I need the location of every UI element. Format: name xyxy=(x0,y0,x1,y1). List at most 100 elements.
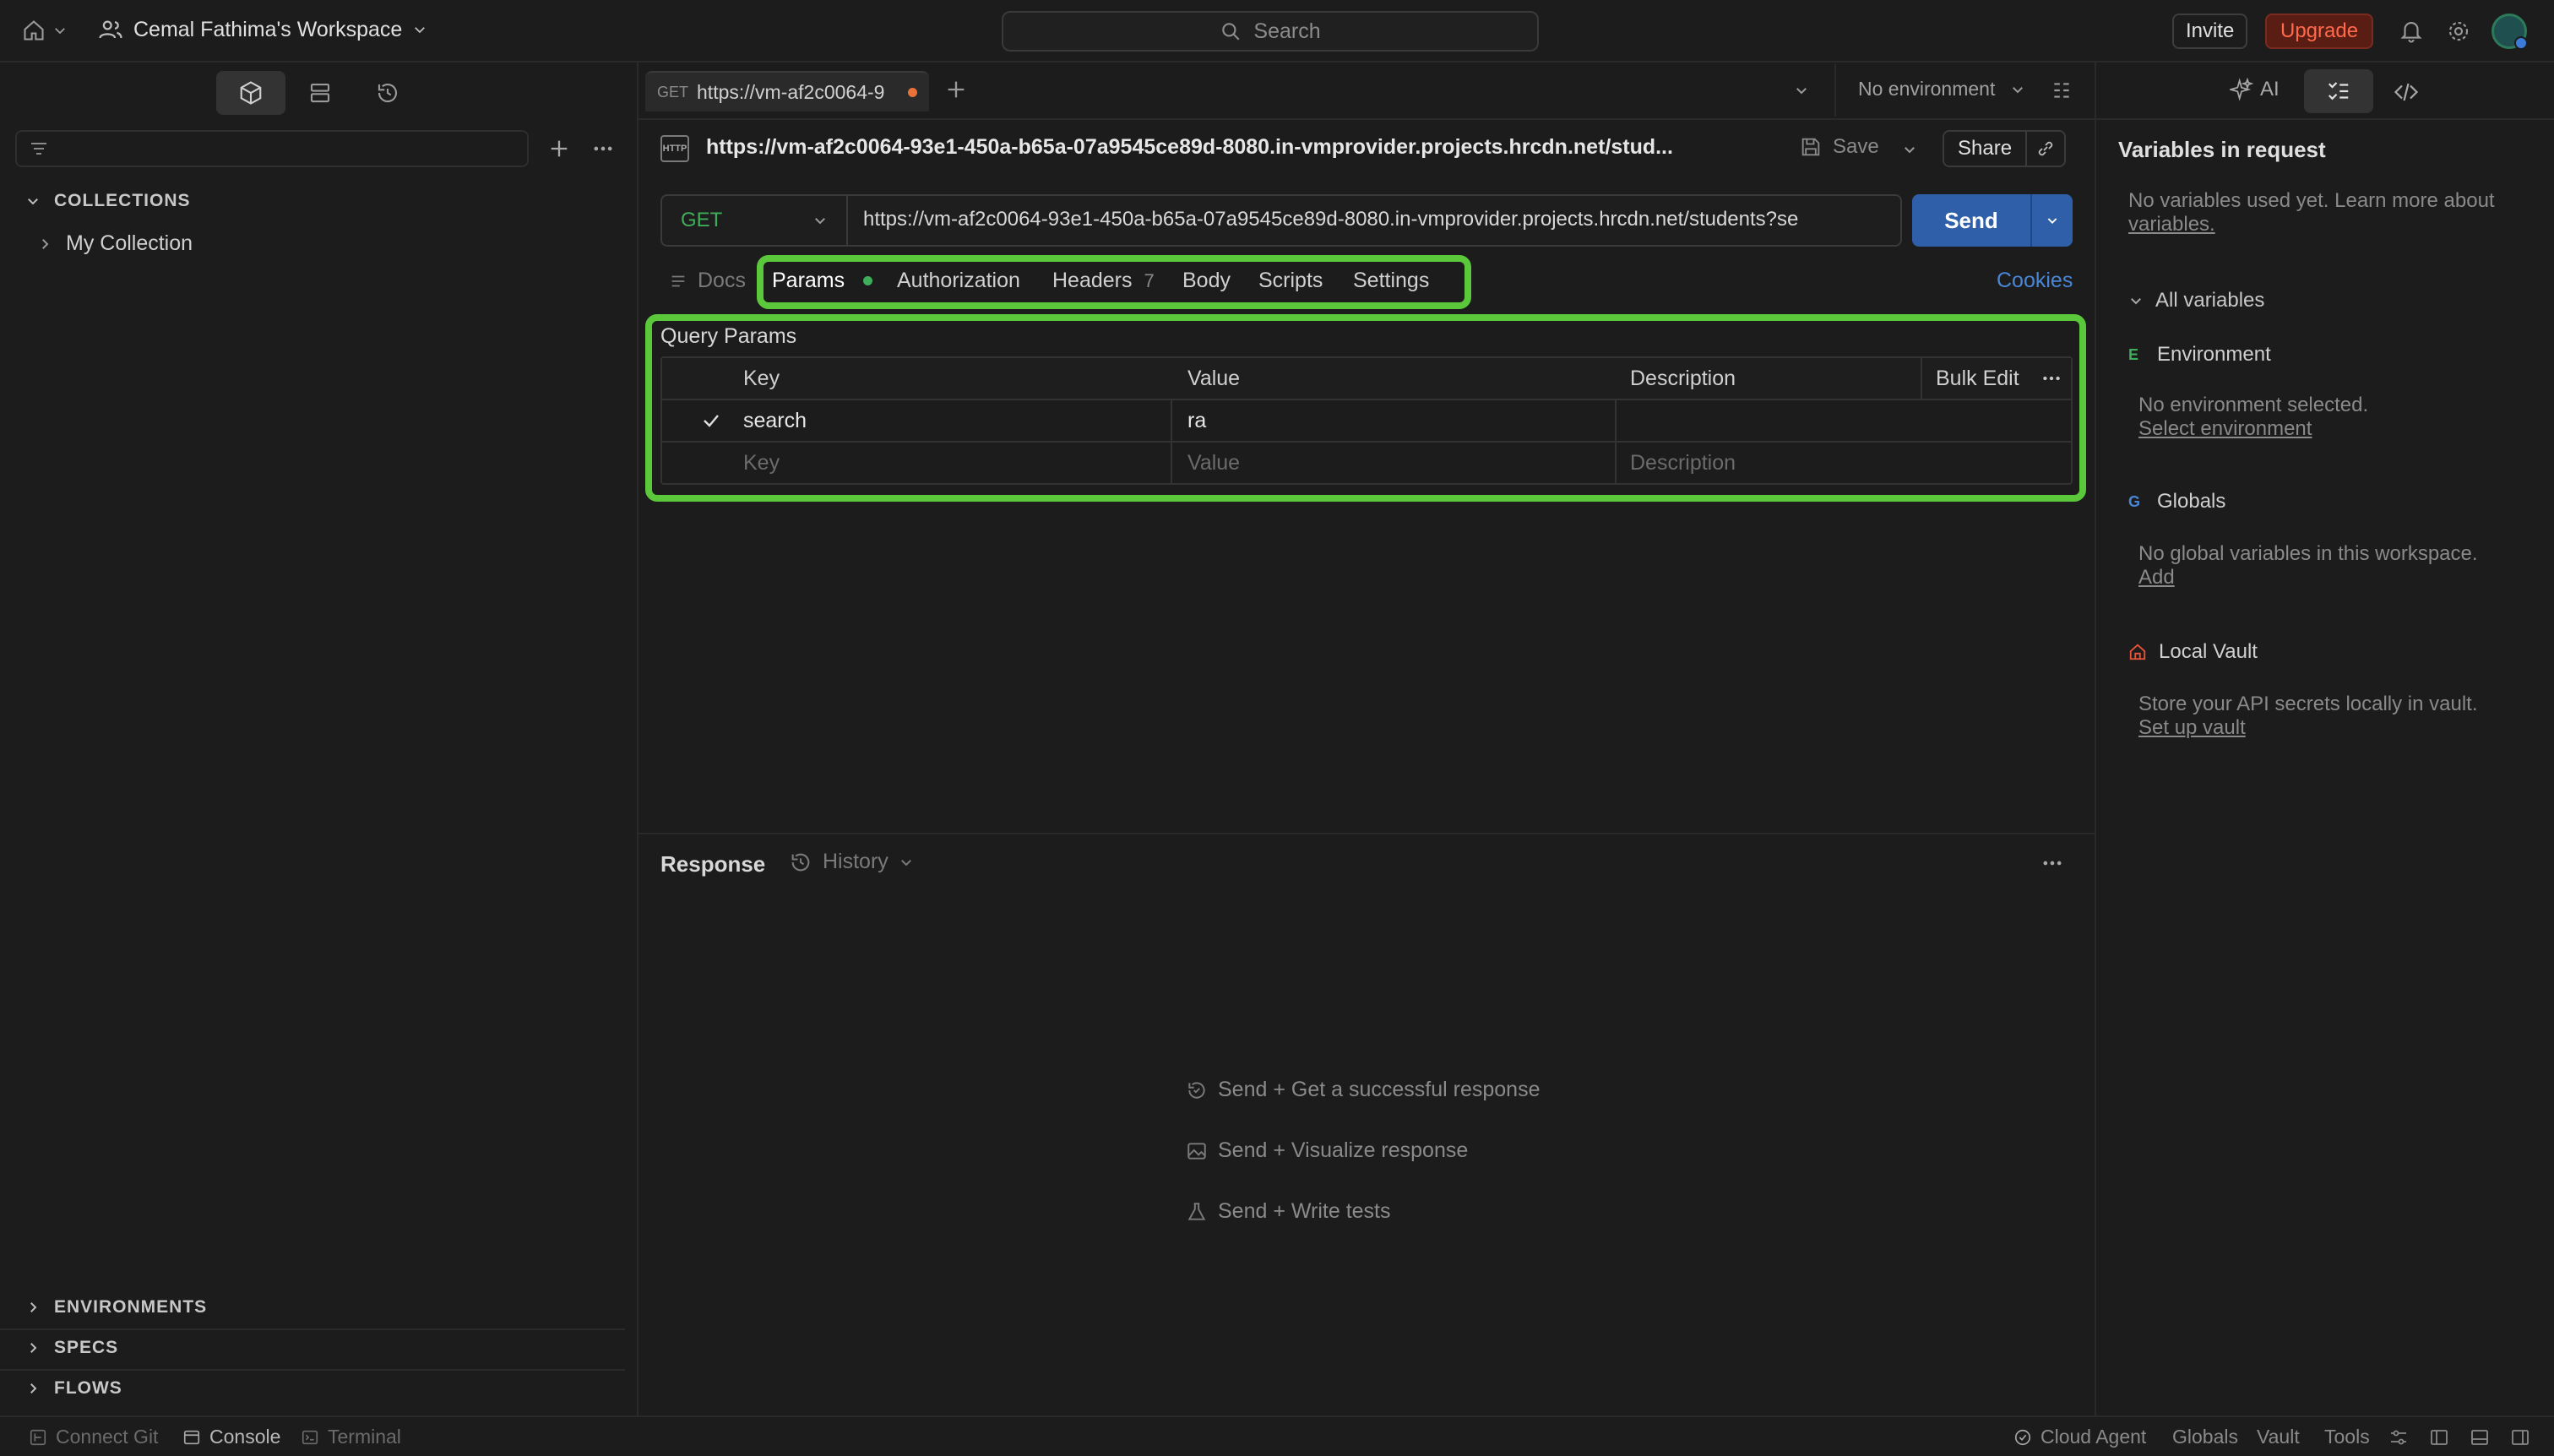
upgrade-button[interactable]: Upgrade xyxy=(2265,14,2374,49)
collection-item[interactable]: My Collection xyxy=(37,231,193,256)
history-icon xyxy=(791,853,810,871)
home-menu[interactable] xyxy=(22,19,68,42)
divider xyxy=(0,1369,625,1371)
hint-2: Send + Visualize response xyxy=(1218,1138,1469,1162)
save-icon xyxy=(1801,138,1820,156)
chevron-down-icon[interactable] xyxy=(1902,142,1917,157)
globals-desc: No global variables in this workspace. xyxy=(2138,542,2478,565)
divider xyxy=(638,833,2095,834)
setup-vault-link[interactable]: Set up vault xyxy=(2138,716,2246,740)
all-variables-label: All variables xyxy=(2155,289,2265,312)
footer-vault[interactable]: Vault xyxy=(2257,1426,2300,1448)
cloud-agent-button[interactable]: Cloud Agent xyxy=(2013,1426,2146,1448)
method-label: GET xyxy=(681,209,723,231)
footer-tools[interactable]: Tools xyxy=(2324,1426,2370,1448)
http-badge-icon: HTTP xyxy=(660,135,689,162)
workspace-switcher[interactable]: Cemal Fathima's Workspace xyxy=(98,17,427,42)
sidebar-tab-history[interactable] xyxy=(353,71,422,115)
code-icon[interactable] xyxy=(2394,79,2419,105)
link-icon xyxy=(2038,141,2053,156)
chevron-down-icon xyxy=(2047,218,2057,224)
layout-bottom-icon[interactable] xyxy=(2470,1427,2490,1448)
hint-successful-response[interactable]: Send + Get a successful response xyxy=(1186,1078,1540,1102)
environment-label: Environment xyxy=(2157,343,2271,366)
flows-section-header[interactable]: FLOWS xyxy=(25,1378,122,1399)
vault-group: Local Vault xyxy=(2128,640,2258,664)
sidebar-filter-input[interactable] xyxy=(15,130,529,167)
share-button[interactable]: Share xyxy=(1944,132,2028,166)
method-select[interactable]: GET xyxy=(662,196,848,245)
no-variables-text: No variables used yet. Learn more about xyxy=(2128,189,2495,212)
sidebar-tab-collections[interactable] xyxy=(216,71,285,115)
refresh-check-icon xyxy=(1188,1081,1205,1099)
footer-globals[interactable]: Globals xyxy=(2172,1426,2238,1448)
global-search[interactable]: Search xyxy=(1002,11,1539,52)
select-environment-link[interactable]: Select environment xyxy=(2138,417,2312,441)
more-icon[interactable] xyxy=(591,137,615,160)
collections-section-header[interactable]: COLLECTIONS xyxy=(25,191,191,211)
chevron-down-icon xyxy=(2131,298,2141,305)
new-tab-icon[interactable] xyxy=(944,78,968,101)
divider xyxy=(0,1328,625,1330)
variables-learn-link[interactable]: variables. xyxy=(2128,213,2215,236)
share-group: Share xyxy=(1943,130,2067,167)
users-icon xyxy=(99,20,122,39)
history-label: History xyxy=(823,850,888,873)
add-global-link[interactable]: Add xyxy=(2138,566,2175,589)
tab-docs[interactable]: Docs xyxy=(669,269,746,293)
hint-write-tests[interactable]: Send + Write tests xyxy=(1186,1199,1391,1224)
avatar[interactable] xyxy=(2492,14,2528,50)
vault-desc: Store your API secrets locally in vault. xyxy=(2138,693,2478,715)
globals-label: Globals xyxy=(2157,490,2226,513)
send-options-button[interactable] xyxy=(2032,214,2073,227)
layout-left-icon[interactable] xyxy=(2429,1427,2449,1448)
settings-sliders-icon[interactable] xyxy=(2388,1427,2409,1448)
specs-section-header[interactable]: SPECS xyxy=(25,1338,118,1358)
status-bar: Connect Git Console Terminal Cloud Agent… xyxy=(0,1415,2554,1456)
send-button[interactable]: Send xyxy=(1912,208,2030,234)
tab-ai[interactable]: AI xyxy=(2230,78,2280,101)
gear-icon[interactable] xyxy=(2446,19,2471,44)
unsaved-dot xyxy=(908,87,918,97)
cookies-link[interactable]: Cookies xyxy=(1997,269,2073,293)
url-input[interactable]: https://vm-af2c0064-93e1-450a-b65a-07a95… xyxy=(863,208,1895,231)
request-name[interactable]: https://vm-af2c0064-93e1-450a-b65a-07a95… xyxy=(706,135,1673,160)
check-circle-icon xyxy=(2014,1429,2031,1445)
environment-quick-look-icon[interactable] xyxy=(2051,79,2073,101)
flows-header: FLOWS xyxy=(54,1378,122,1398)
divider xyxy=(1834,64,1836,117)
copy-link-button[interactable] xyxy=(2027,139,2064,159)
workspace-name: Cemal Fathima's Workspace xyxy=(133,17,403,41)
request-tab[interactable]: GET https://vm-af2c0064-9 xyxy=(645,71,929,111)
environment-selector[interactable]: No environment xyxy=(1858,78,2025,101)
environments-section-header[interactable]: ENVIRONMENTS xyxy=(25,1297,207,1317)
connect-git-button[interactable]: Connect Git xyxy=(29,1426,158,1448)
chevron-down-icon xyxy=(2013,86,2024,93)
bell-icon[interactable] xyxy=(2399,19,2424,44)
more-icon[interactable] xyxy=(2040,851,2064,875)
tabs-highlight xyxy=(757,255,1471,309)
layout-right-icon[interactable] xyxy=(2510,1427,2530,1448)
chevron-down-icon xyxy=(28,198,38,205)
tab-variables[interactable] xyxy=(2304,69,2373,113)
environment-group: E Environment xyxy=(2128,343,2271,367)
history-icon xyxy=(378,84,398,103)
top-bar: Cemal Fathima's Workspace Search Invite … xyxy=(0,0,2554,62)
hint-1: Send + Get a successful response xyxy=(1218,1078,1541,1101)
save-button[interactable]: Save xyxy=(1799,135,1879,159)
all-variables-toggle[interactable]: All variables xyxy=(2128,289,2264,312)
chevron-right-icon xyxy=(42,238,49,249)
history-dropdown[interactable]: History xyxy=(789,850,914,874)
sidebar-tab-environments[interactable] xyxy=(285,71,355,115)
console-button[interactable]: Console xyxy=(182,1426,280,1448)
invite-button[interactable]: Invite xyxy=(2172,14,2248,49)
docs-icon xyxy=(671,275,685,286)
url-bar: GET https://vm-af2c0064-93e1-450a-b65a-0… xyxy=(660,194,1902,247)
hint-visualize-response[interactable]: Send + Visualize response xyxy=(1186,1138,1468,1163)
terminal-button[interactable]: Terminal xyxy=(301,1426,401,1448)
tab-docs-label: Docs xyxy=(698,269,746,292)
add-icon[interactable] xyxy=(547,137,571,160)
tab-title: https://vm-af2c0064-9 xyxy=(697,80,885,103)
params-highlight xyxy=(645,314,2086,502)
chevron-down-icon[interactable] xyxy=(1794,83,1809,98)
